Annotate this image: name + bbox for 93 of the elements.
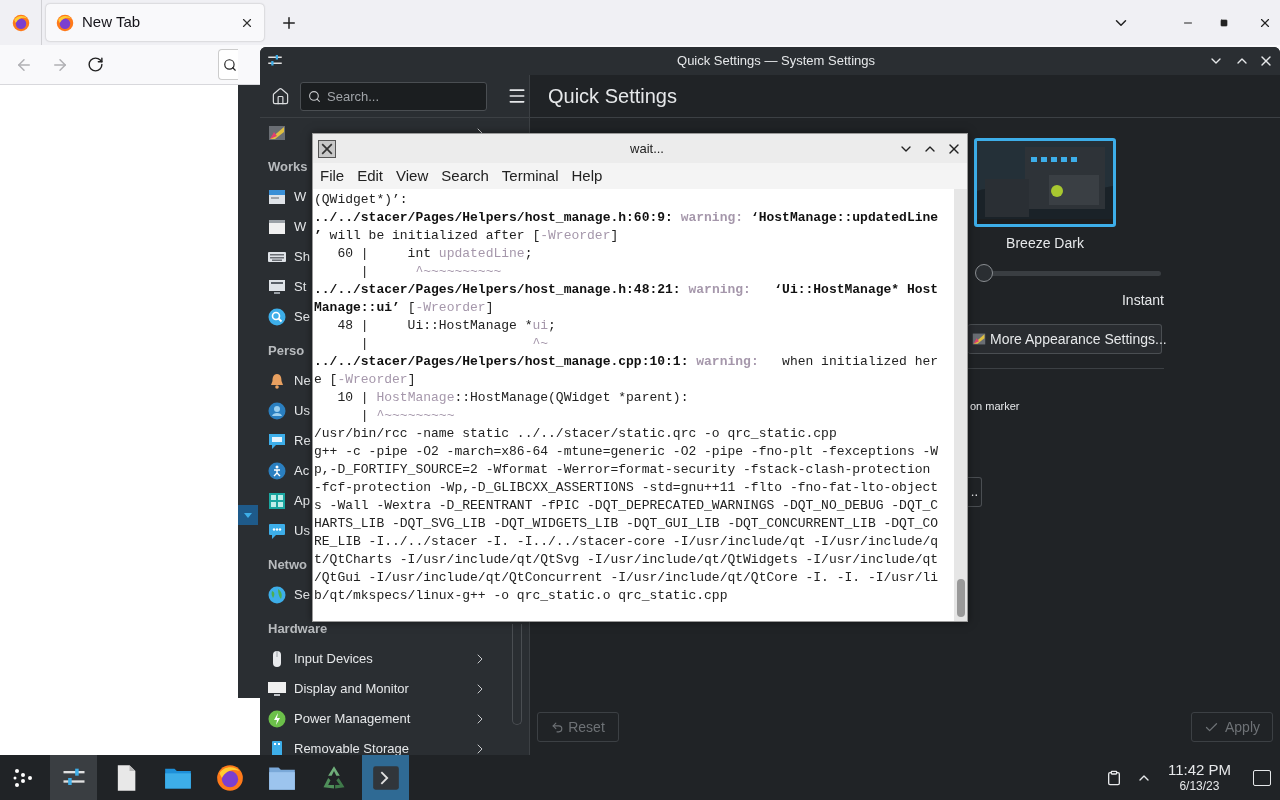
- terminal-line: | ^~~~~~~~~~~: [359, 263, 502, 281]
- terminal-line: ../../stacer/Pages/Helpers/host_manage.h:48:21: warning: ‘Ui::HostManage* Host: [314, 281, 939, 299]
- grid-icon: [268, 492, 286, 510]
- chat-icon: [268, 522, 286, 540]
- sidebar-item[interactable]: Us: [268, 521, 310, 541]
- slider-thumb[interactable]: [975, 264, 993, 282]
- search-icon: [223, 57, 237, 72]
- terminal-line: 10 | HostManage::HostManage(QWidget *parent):: [336, 389, 689, 407]
- sidebar-item[interactable]: St: [268, 277, 307, 297]
- home-icon[interactable]: [271, 86, 290, 106]
- section-title: Hardware: [268, 619, 328, 638]
- undo-icon: [551, 720, 565, 734]
- terminal-line: RE_LIB -I../../stacer -I. -I../../stacer-core -I/usr/include/qt -I/usr/include/q: [314, 533, 939, 551]
- terminal-line: g++ -c -pipe -O2 -march=x86-64 -mtune=generic -O2 -pipe -fno-plt -fexceptions -W: [314, 443, 939, 461]
- terminal-line: 60 | int updatedLine;: [336, 245, 533, 263]
- terminal-line: | ^~~~~~~~~~: [359, 407, 455, 425]
- window-title: wait...: [629, 139, 665, 158]
- sidebar-item[interactable]: Sh: [268, 247, 310, 267]
- palette-icon: [268, 124, 286, 142]
- sidebar-item[interactable]: Ne: [268, 371, 311, 391]
- magnifier-icon: [268, 308, 286, 326]
- terminal-line: (QWidget*)’:: [314, 191, 408, 209]
- show-desktop-icon[interactable]: [1253, 769, 1271, 786]
- monitor-icon: [268, 278, 286, 296]
- search-field[interactable]: Search...: [300, 81, 487, 111]
- menu-item[interactable]: File: [315, 164, 350, 188]
- sidebar-item[interactable]: [268, 124, 286, 142]
- x-logo-icon: [318, 139, 336, 158]
- menu-item[interactable]: Search: [436, 164, 494, 188]
- terminal-line: /QtGui -I/usr/include/qt/QtConcurrent -I/usr/include/qt/QtCore -I. -I. -I/usr/li: [314, 569, 939, 587]
- monitor-icon: [268, 680, 286, 698]
- reload-icon[interactable]: [87, 56, 104, 73]
- slider-label: Instant: [1121, 291, 1164, 310]
- window-icon: [268, 188, 286, 206]
- terminal-line: Manage::ui’ [-Wreorder]: [314, 299, 494, 317]
- sidebar-item[interactable]: Re: [268, 431, 311, 451]
- terminal-line: ../../stacer/Pages/Helpers/host_manage.h:60:9: warning: ‘HostManage::updatedLine: [314, 209, 939, 227]
- clipboard-icon[interactable]: [1105, 769, 1122, 786]
- accessibility-icon: [268, 462, 286, 480]
- scrollbar[interactable]: [954, 189, 967, 621]
- menu-item[interactable]: Help: [566, 164, 608, 188]
- sidebar-item[interactable]: W: [268, 217, 307, 237]
- terminal-line: /usr/bin/rcc -name static ../../stacer/static.qrc -o qrc_static.cpp: [314, 425, 837, 443]
- sidebar-item[interactable]: Us: [268, 401, 310, 421]
- terminal-line: ../../stacer/Pages/Helpers/host_manage.cpp:10:1: warning: when initialized her: [314, 353, 939, 371]
- window-icon: [268, 218, 286, 236]
- sidebar-item[interactable]: W: [268, 187, 307, 207]
- sidebar-item[interactable]: Se: [268, 585, 310, 605]
- terminal-line: t/QtCharts -I/usr/include/qt/QtSvg -I/usr/include/qt/QtWidgets -I/usr/include/qt: [314, 551, 939, 569]
- task-button[interactable]: [50, 755, 97, 800]
- maximize-icon[interactable]: [1220, 18, 1228, 27]
- bell-icon: [268, 372, 286, 390]
- sidebar-item[interactable]: Power Management: [268, 709, 411, 729]
- menu-icon[interactable]: [507, 86, 527, 106]
- sidebar-item[interactable]: Input Devices: [268, 649, 373, 669]
- terminal-icon: [371, 763, 400, 792]
- section-title: Works: [268, 157, 308, 176]
- animation-slider[interactable]: [975, 264, 1161, 282]
- sidebar-item[interactable]: Display and Monitor: [268, 679, 409, 699]
- terminal-line: HARTS_LIB -DQT_SVG_LIB -DQT_WIDGETS_LIB -DQT_GUI_LIB -DQT_CONCURRENT_LIB -DQT_CO: [314, 515, 939, 533]
- sidebar-item[interactable]: Ac: [268, 461, 310, 481]
- clock[interactable]: 11:42 PM 6/13/23: [1167, 760, 1231, 795]
- section-title: Netwo: [268, 555, 307, 574]
- browser-icon: [56, 13, 74, 32]
- terminal-line: p,-D_FORTIFY_SOURCE=2 -Wformat -Werror=format-security -fstack-clash-protection: [314, 461, 931, 479]
- terminal-line: b/qt/mkspecs/linux-g++ -o qrc_static.o qrc_static.cpp: [314, 587, 728, 605]
- menu-item[interactable]: View: [391, 164, 434, 188]
- terminal-line: -fcf-protection -Wp,-D_GLIBCXX_ASSERTIONS -std=gnu++11 -flto -fno-fat-lto-object: [314, 479, 939, 497]
- theme-name: Breeze Dark: [1006, 234, 1084, 253]
- window-title: Quick Settings — System Settings: [676, 52, 876, 71]
- section-title: Perso: [268, 341, 305, 360]
- terminal-line: s -Wall -Wextra -D_REENTRANT -fPIC -DQT_DEPRECATED_WARNINGS -DQT_NO_DEBUG -DQT_C: [314, 497, 939, 515]
- power-icon: [268, 710, 286, 728]
- menu-item[interactable]: Terminal: [496, 164, 564, 188]
- page-title: Quick Settings: [548, 84, 677, 109]
- browser-tab[interactable]: New Tab: [46, 4, 264, 41]
- url-field[interactable]: [218, 49, 238, 80]
- search-icon: [308, 89, 321, 103]
- globe-icon: [268, 586, 286, 604]
- terminal-line: 48 | Ui::HostManage *ui;: [336, 317, 556, 335]
- browser-icon: [215, 763, 244, 792]
- browser-icon: [11, 13, 30, 32]
- palette-icon: [972, 332, 986, 346]
- setting-label: on marker: [970, 399, 1021, 414]
- menu-item[interactable]: Edit: [352, 164, 389, 188]
- terminal-line: e [-Wreorder]: [314, 371, 416, 389]
- sidebar-item[interactable]: Ap: [268, 491, 310, 511]
- user-icon: [268, 402, 286, 420]
- terminal-line: | ^~: [359, 335, 549, 353]
- chat-icon: [268, 432, 286, 450]
- terminal-line: ’ will be initialized after [-Wreorder]: [314, 227, 619, 245]
- scrollbar-thumb[interactable]: [956, 579, 965, 617]
- sidebar-item[interactable]: Se: [268, 307, 310, 327]
